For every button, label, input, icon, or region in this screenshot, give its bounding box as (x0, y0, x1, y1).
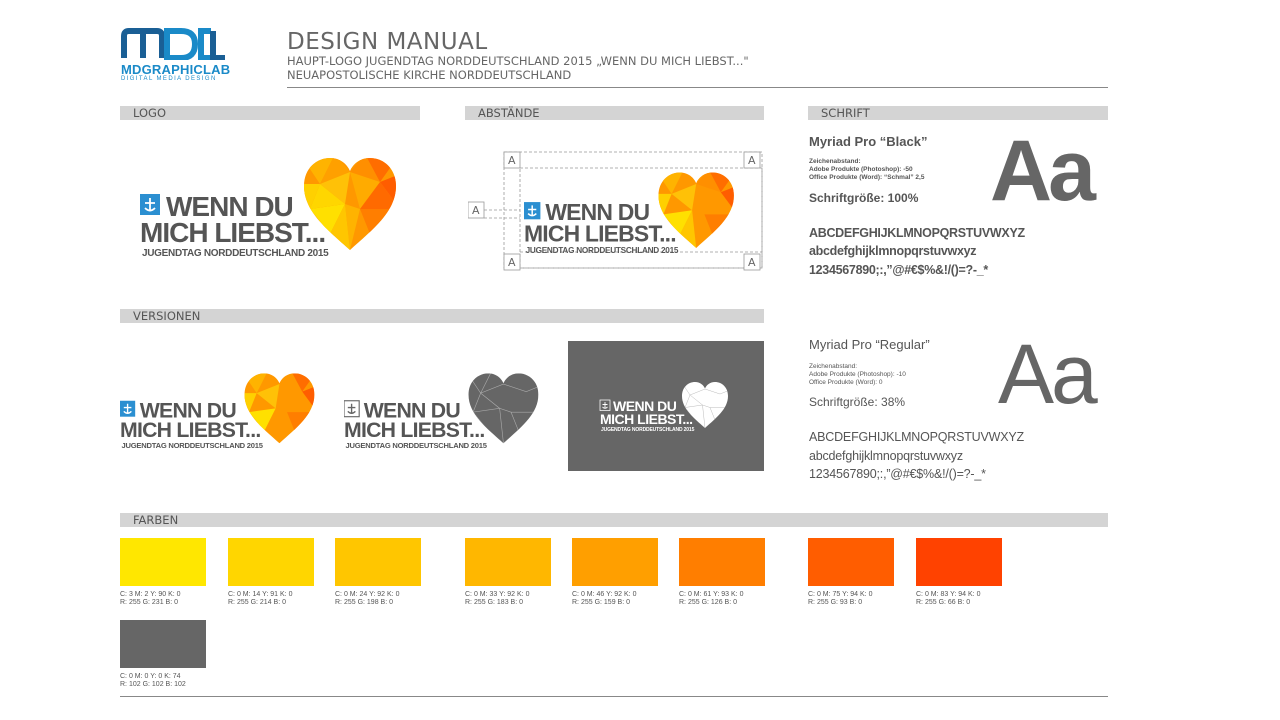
color-swatch (335, 538, 421, 586)
swatch-cmyk: C: 0 M: 0 Y: 0 K: 74 (120, 673, 181, 680)
font-regular-spacing-adobe: Adobe Produkte (Photoshop): -10 (809, 371, 906, 378)
font-black-lower: abcdefghijklmnopqrstuvwxyz (809, 244, 977, 258)
font-regular-lower: abcdefghijklmnopqrstuvwxyz (809, 449, 963, 463)
svg-text:JUGENDTAG NORDDEUTSCHLAND 2015: JUGENDTAG NORDDEUTSCHLAND 2015 (526, 246, 679, 255)
church-emblem-icon (140, 194, 160, 215)
swatch-cmyk: C: 0 M: 14 Y: 91 K: 0 (228, 591, 293, 598)
font-black-spacing-adobe: Adobe Produkte (Photoshop): -50 (809, 166, 913, 173)
version-logo-grey: WENN DU MICH LIEBST... JUGENDTAG NORDDEU… (344, 366, 549, 456)
spacing-marker-left: A (472, 204, 480, 217)
color-swatch (120, 538, 206, 586)
header-divider (287, 87, 1108, 88)
font-regular-sample: Aa (998, 327, 1098, 421)
footer-divider (120, 696, 1108, 697)
font-regular-name: Myriad Pro “Regular” (809, 337, 930, 352)
swatch-cmyk: C: 0 M: 46 Y: 92 K: 0 (572, 591, 637, 598)
logo-line-2: MICH LIEBST... (140, 217, 325, 248)
font-black-upper: ABCDEFGHIJKLMNOPQRSTUVWXYZ (809, 226, 1025, 240)
page-subtitle-2: NEUAPOSTOLISCHE KIRCHE NORDDEUTSCHLAND (287, 68, 572, 82)
font-black-size: Schriftgröße: 100% (809, 191, 919, 205)
font-black-spacing-title: Zeichenabstand: (809, 158, 861, 165)
color-swatch (228, 538, 314, 586)
section-bar-logo: LOGO (120, 106, 420, 120)
logo-line-3: JUGENDTAG NORDDEUTSCHLAND 2015 (142, 248, 329, 259)
font-regular-upper: ABCDEFGHIJKLMNOPQRSTUVWXYZ (809, 430, 1024, 444)
section-bar-farben: FARBEN (120, 513, 1108, 527)
swatch-cmyk: C: 3 M: 2 Y: 90 K: 0 (120, 591, 181, 598)
church-emblem-icon (599, 399, 611, 411)
swatch-cmyk: C: 0 M: 61 Y: 93 K: 0 (679, 591, 744, 598)
church-emblem-icon (344, 400, 360, 418)
version-logo-negative: WENN DU MICH LIEBST... JUGENDTAG NORDDEU… (568, 341, 764, 471)
svg-text:MICH LIEBST...: MICH LIEBST... (600, 411, 693, 427)
color-swatch (679, 538, 765, 586)
color-swatch (120, 620, 206, 668)
church-emblem-icon (120, 400, 136, 417)
church-emblem-icon (524, 202, 541, 220)
swatch-cmyk: C: 0 M: 75 Y: 94 K: 0 (808, 591, 873, 598)
svg-text:JUGENDTAG NORDDEUTSCHLAND 2015: JUGENDTAG NORDDEUTSCHLAND 2015 (346, 441, 487, 450)
font-black-name: Myriad Pro “Black” (809, 134, 928, 149)
svg-text:JUGENDTAG NORDDEUTSCHLAND 2015: JUGENDTAG NORDDEUTSCHLAND 2015 (122, 441, 263, 450)
version-logo-color: WENN DU MICH LIEBST... JUGENDTAG NORDDEU… (120, 366, 325, 456)
swatch-rgb: R: 255 G: 126 B: 0 (679, 599, 737, 606)
spacing-marker-tr: A (748, 154, 756, 167)
section-bar-schrift: SCHRIFT (808, 106, 1108, 120)
swatch-rgb: R: 255 G: 198 B: 0 (335, 599, 393, 606)
spacing-marker-tl: A (508, 154, 516, 167)
spacing-marker-bl: A (508, 256, 516, 269)
font-regular-digits: 1234567890;:,”@#€$%&!/()=?-_* (809, 467, 986, 481)
spacing-marker-br: A (748, 256, 756, 269)
swatch-rgb: R: 255 G: 214 B: 0 (228, 599, 286, 606)
section-bar-versionen: VERSIONEN (120, 309, 764, 323)
font-regular-size: Schriftgröße: 38% (809, 395, 906, 409)
brand-tagline: DIGITAL MEDIA DESIGN (121, 76, 217, 82)
swatch-cmyk: C: 0 M: 24 Y: 92 K: 0 (335, 591, 400, 598)
spacing-diagram: A A A A A WENN DU MICH LIEBST... JUGENDT… (468, 150, 764, 272)
svg-text:MICH LIEBST...: MICH LIEBST... (120, 418, 261, 442)
font-regular-spacing-office: Office Produkte (Word): 0 (809, 379, 883, 386)
color-swatch (916, 538, 1002, 586)
font-black-digits: 1234567890;:,”@#€$%&!/()=?-_* (809, 263, 988, 277)
mdgl-mark-icon (121, 28, 225, 60)
swatch-rgb: R: 255 G: 66 B: 0 (916, 599, 971, 606)
swatch-rgb: R: 102 G: 102 B: 102 (120, 681, 186, 688)
font-regular-spacing-title: Zeichenabstand: (809, 363, 858, 370)
section-bar-abstaende: ABSTÄNDE (465, 106, 764, 120)
page-subtitle-1: HAUPT-LOGO JUGENDTAG NORDDEUTSCHLAND 201… (287, 54, 749, 68)
swatch-cmyk: C: 0 M: 33 Y: 92 K: 0 (465, 591, 530, 598)
main-logo: WENN DU MICH LIEBST... JUGENDTAG NORDDEU… (140, 150, 410, 265)
swatch-cmyk: C: 0 M: 83 Y: 94 K: 0 (916, 591, 981, 598)
page-title: DESIGN MANUAL (287, 29, 488, 55)
color-swatch (572, 538, 658, 586)
swatch-rgb: R: 255 G: 159 B: 0 (572, 599, 630, 606)
font-black-sample: Aa (990, 123, 1096, 219)
swatch-rgb: R: 255 G: 231 B: 0 (120, 599, 178, 606)
svg-text:MICH LIEBST...: MICH LIEBST... (344, 418, 485, 442)
color-swatch (808, 538, 894, 586)
swatch-rgb: R: 255 G: 93 B: 0 (808, 599, 863, 606)
brand-name: MDGRAPHICLAB (121, 62, 231, 77)
brand-logo: MDGRAPHICLAB DIGITAL MEDIA DESIGN (121, 28, 231, 86)
svg-text:MICH LIEBST...: MICH LIEBST... (524, 220, 676, 246)
font-black-spacing-office: Office Produkte (Word): “Schmal” 2,5 (809, 174, 925, 181)
swatch-rgb: R: 255 G: 183 B: 0 (465, 599, 523, 606)
svg-text:JUGENDTAG NORDDEUTSCHLAND 2015: JUGENDTAG NORDDEUTSCHLAND 2015 (601, 427, 695, 433)
color-swatch (465, 538, 551, 586)
